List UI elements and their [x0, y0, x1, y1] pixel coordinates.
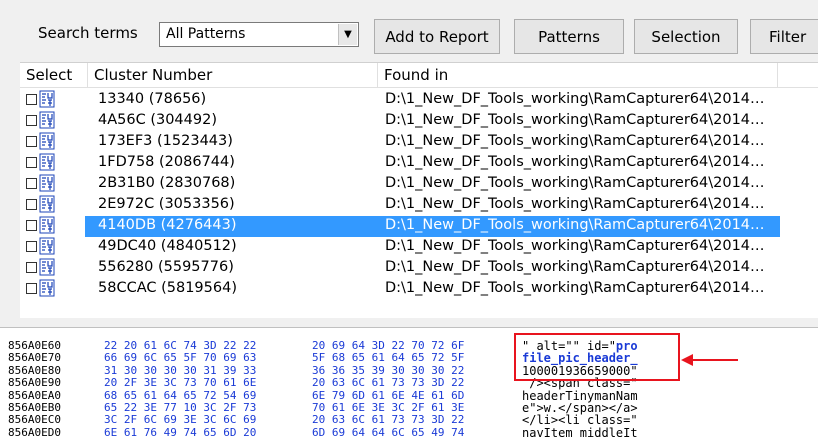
hex-bytes-left: 22 20 61 6C 74 3D 22 22 66 69 6C 65 5F 70… — [104, 339, 257, 439]
hex-byte-group: 20 63 6C 61 73 73 3D 22 — [312, 413, 465, 427]
pattern-select-value: All Patterns — [166, 26, 246, 42]
column-header-cluster-number[interactable]: Cluster Number — [88, 63, 378, 88]
hex-bytes-right: 20 69 64 3D 22 70 72 6F 5F 68 65 61 64 65… — [312, 339, 465, 439]
ascii-line: navItem middleIt — [522, 427, 638, 439]
ascii-text: navItem middleIt — [522, 425, 638, 440]
table-row[interactable]: 556280 (5595776) D:\1_New_DF_Tools_workin… — [20, 258, 778, 279]
cluster-number: 173EF3 (1523443) — [98, 133, 233, 149]
found-in-path: D:\1_New_DF_Tools_working\RamCapturer64\… — [385, 91, 765, 107]
found-in-path: D:\1_New_DF_Tools_working\RamCapturer64\… — [385, 112, 765, 128]
pattern-select[interactable]: All Patterns ▼ — [159, 22, 359, 47]
search-hit-icon — [39, 153, 55, 171]
results-list[interactable]: Select Cluster Number Found in 13340 (78… — [20, 62, 818, 318]
hex-byte-group: 6E 61 76 49 74 65 6D 20 — [104, 425, 257, 439]
row-checkbox[interactable] — [26, 136, 37, 147]
row-checkbox[interactable] — [26, 94, 37, 105]
found-in-path: D:\1_New_DF_Tools_working\RamCapturer64\… — [385, 280, 765, 296]
hex-byte-group: 66 69 6C 65 5F 70 69 63 — [104, 351, 257, 365]
cluster-number: 2B31B0 (2830768) — [98, 175, 236, 191]
search-hit-icon — [39, 216, 55, 234]
table-row[interactable]: 1FD758 (2086744) D:\1_New_DF_Tools_workin… — [20, 153, 778, 174]
highlight-callout-box — [514, 333, 680, 381]
table-row[interactable]: 58CCAC (5819564) D:\1_New_DF_Tools_workin… — [20, 279, 778, 300]
cluster-number: 4140DB (4276443) — [98, 217, 237, 233]
cluster-number: 4A56C (304492) — [98, 112, 217, 128]
found-in-path: D:\1_New_DF_Tools_working\RamCapturer64\… — [385, 259, 765, 275]
hex-address: 856A0E70 — [8, 351, 61, 365]
table-row[interactable]: 173EF3 (1523443) D:\1_New_DF_Tools_workin… — [20, 132, 778, 153]
arrow-head-icon — [681, 354, 693, 366]
table-row[interactable]: 13340 (78656) D:\1_New_DF_Tools_working\R… — [20, 90, 778, 111]
row-checkbox[interactable] — [26, 283, 37, 294]
table-row[interactable]: 4140DB (4276443) D:\1_New_DF_Tools_workin… — [20, 216, 780, 237]
cluster-number: 49DC40 (4840512) — [98, 238, 237, 254]
found-in-path: D:\1_New_DF_Tools_working\RamCapturer64\… — [385, 196, 765, 212]
cluster-number: 58CCAC (5819564) — [98, 280, 237, 296]
cluster-number: 2E972C (3053356) — [98, 196, 235, 212]
chevron-down-icon[interactable]: ▼ — [338, 24, 357, 45]
arrow-icon — [690, 359, 738, 361]
table-row[interactable]: 49DC40 (4840512) D:\1_New_DF_Tools_workin… — [20, 237, 778, 258]
column-header-found-in[interactable]: Found in — [378, 63, 778, 88]
found-in-path: D:\1_New_DF_Tools_working\RamCapturer64\… — [385, 238, 765, 254]
hex-byte-group: 6D 69 64 64 6C 65 49 74 — [312, 425, 465, 439]
patterns-button[interactable]: Patterns — [514, 19, 624, 54]
hex-view[interactable]: 856A0E60 856A0E70 856A0E80 856A0E90 856A0EA0… — [0, 327, 818, 444]
column-header-select[interactable]: Select — [20, 63, 88, 88]
table-row[interactable]: 4A56C (304492) D:\1_New_DF_Tools_working\… — [20, 111, 778, 132]
search-hit-icon — [39, 174, 55, 192]
table-row[interactable]: 2B31B0 (2830768) D:\1_New_DF_Tools_workin… — [20, 174, 778, 195]
hex-address: 856A0ED0 — [8, 425, 61, 439]
row-checkbox[interactable] — [26, 262, 37, 273]
toolbar: Search terms All Patterns ▼ Add to Repor… — [0, 0, 818, 64]
found-in-path: D:\1_New_DF_Tools_working\RamCapturer64\… — [385, 217, 765, 233]
search-hit-icon — [39, 132, 55, 150]
search-hit-icon — [39, 195, 55, 213]
hex-byte-group: 20 2F 3E 3C 73 70 61 6E — [104, 376, 257, 390]
selection-button[interactable]: Selection — [634, 19, 738, 54]
add-to-report-button[interactable]: Add to Report — [374, 19, 500, 54]
found-in-path: D:\1_New_DF_Tools_working\RamCapturer64\… — [385, 133, 765, 149]
row-checkbox[interactable] — [26, 157, 37, 168]
search-hit-icon — [39, 258, 55, 276]
found-in-path: D:\1_New_DF_Tools_working\RamCapturer64\… — [385, 175, 765, 191]
cluster-number: 556280 (5595776) — [98, 259, 234, 275]
search-hit-icon — [39, 90, 55, 108]
row-checkbox[interactable] — [26, 241, 37, 252]
hex-byte-group: 3C 2F 6C 69 3E 3C 6C 69 — [104, 413, 257, 427]
row-checkbox[interactable] — [26, 115, 37, 126]
search-terms-label: Search terms — [38, 24, 138, 42]
hex-address: 856A0EC0 — [8, 413, 61, 427]
search-hit-icon — [39, 111, 55, 129]
table-row[interactable]: 2E972C (3053356) D:\1_New_DF_Tools_workin… — [20, 195, 778, 216]
row-checkbox[interactable] — [26, 199, 37, 210]
cluster-number: 1FD758 (2086744) — [98, 154, 235, 170]
filter-button[interactable]: Filter — [750, 19, 818, 54]
search-hit-icon — [39, 279, 55, 297]
row-checkbox[interactable] — [26, 220, 37, 231]
search-hit-icon — [39, 237, 55, 255]
cluster-number: 13340 (78656) — [98, 91, 207, 107]
hex-address: 856A0E90 — [8, 376, 61, 390]
row-checkbox[interactable] — [26, 178, 37, 189]
list-header: Select Cluster Number Found in — [20, 63, 818, 88]
hex-addresses: 856A0E60 856A0E70 856A0E80 856A0E90 856A0EA0… — [8, 339, 61, 439]
hex-byte-group: 20 63 6C 61 73 73 3D 22 — [312, 376, 465, 390]
hex-byte-group: 5F 68 65 61 64 65 72 5F — [312, 351, 465, 365]
found-in-path: D:\1_New_DF_Tools_working\RamCapturer64\… — [385, 154, 765, 170]
